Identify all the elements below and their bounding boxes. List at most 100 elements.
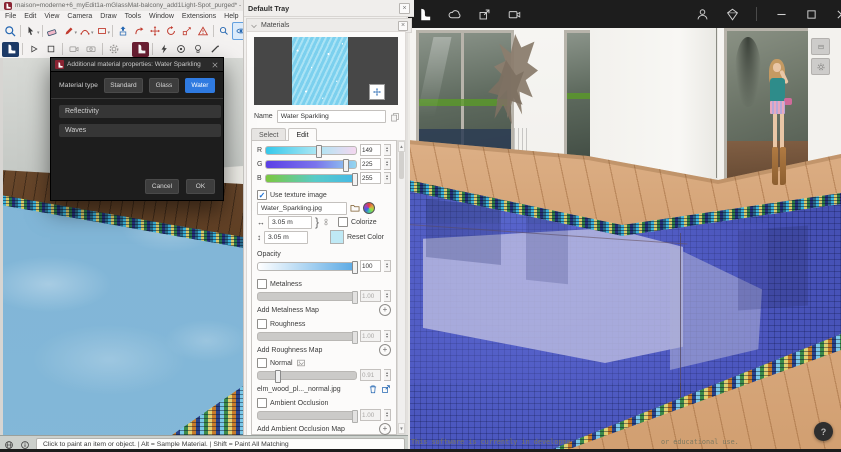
- lightbulb-tool-icon[interactable]: [190, 41, 206, 57]
- sketchup-logo-button-maroon[interactable]: [132, 42, 149, 57]
- render-title-bar[interactable]: [408, 0, 841, 28]
- zoom-window-icon[interactable]: [216, 23, 232, 39]
- material-type-water-button[interactable]: Water: [185, 78, 215, 93]
- add-metalness-map-label: Add Metalness Map: [257, 307, 376, 314]
- minimize-button[interactable]: [773, 6, 789, 22]
- color-wheel-icon[interactable]: [363, 202, 375, 214]
- menu-camera[interactable]: Camera: [67, 13, 92, 20]
- pushpull-tool-icon[interactable]: [115, 23, 131, 39]
- sketchup-logo-button-blue[interactable]: [2, 42, 19, 57]
- roughness-slider: [257, 332, 357, 341]
- materials-close-button[interactable]: ×: [398, 21, 408, 31]
- video-camera-icon[interactable]: [83, 41, 99, 57]
- green-channel-label: G: [257, 161, 262, 168]
- texture-width-input[interactable]: 3.05 m: [268, 216, 312, 229]
- red-spinner[interactable]: ▲▼: [384, 144, 391, 156]
- menu-help[interactable]: Help: [224, 13, 238, 20]
- scale-tool-icon[interactable]: [179, 23, 195, 39]
- edit-normal-map-icon[interactable]: [381, 384, 391, 394]
- stop-animation-icon[interactable]: [43, 41, 59, 57]
- add-ambient-occlusion-map-button[interactable]: +: [379, 423, 391, 435]
- collapse-chevron-icon[interactable]: [250, 22, 258, 30]
- ok-button[interactable]: OK: [186, 179, 215, 194]
- material-type-glass-button[interactable]: Glass: [149, 78, 179, 93]
- share-icon[interactable]: [506, 6, 522, 22]
- render-viewport[interactable]: This software is currently in developme …: [408, 28, 841, 452]
- create-material-button[interactable]: [369, 84, 385, 100]
- menu-window[interactable]: Window: [149, 13, 174, 20]
- roughness-checkbox[interactable]: [257, 319, 267, 329]
- reflectivity-section-header[interactable]: Reflectivity: [59, 105, 221, 118]
- zoom-tool-icon[interactable]: [2, 23, 18, 39]
- menu-edit[interactable]: Edit: [24, 13, 36, 20]
- help-button[interactable]: ?: [814, 422, 833, 441]
- notifications-diamond-icon[interactable]: [724, 6, 740, 22]
- close-button[interactable]: [833, 6, 841, 22]
- overlay-styles-button[interactable]: [811, 58, 830, 75]
- export-icon[interactable]: [476, 6, 492, 22]
- lightning-tool-icon[interactable]: [156, 41, 172, 57]
- normal-checkbox[interactable]: [257, 358, 267, 368]
- toolbar-separator: [102, 43, 103, 55]
- green-spinner[interactable]: ▲▼: [384, 158, 391, 170]
- scrollbar-down-arrow[interactable]: ▼: [398, 423, 405, 434]
- tray-header[interactable]: Default Tray ×: [244, 0, 414, 17]
- waves-section-header[interactable]: Waves: [59, 124, 221, 137]
- browse-texture-icon[interactable]: [350, 203, 360, 213]
- target-tool-icon[interactable]: [173, 41, 189, 57]
- reset-color-swatch[interactable]: [330, 230, 344, 244]
- ambient-occlusion-checkbox[interactable]: [257, 398, 267, 408]
- materials-panel: Name Water Sparkling Select Edit R: [246, 31, 406, 437]
- duplicate-material-icon[interactable]: [390, 112, 400, 122]
- scrollbar-thumb[interactable]: [399, 151, 404, 179]
- menu-tools[interactable]: Tools: [125, 13, 141, 20]
- texture-filename-input[interactable]: Water_Sparkling.jpg: [257, 202, 347, 215]
- maximize-button[interactable]: [803, 6, 819, 22]
- normal-map-thumbnail-icon[interactable]: [296, 358, 306, 368]
- menu-extensions[interactable]: Extensions: [182, 13, 216, 20]
- ambient-occlusion-value: 1.00: [360, 409, 381, 421]
- rotate-tool-icon[interactable]: [163, 23, 179, 39]
- red-value[interactable]: 149: [360, 144, 381, 156]
- tab-edit[interactable]: Edit: [288, 128, 316, 141]
- account-person-icon[interactable]: [694, 6, 710, 22]
- add-metalness-map-button[interactable]: +: [379, 304, 391, 316]
- menu-view[interactable]: View: [44, 13, 59, 20]
- add-roughness-map-button[interactable]: +: [379, 344, 391, 356]
- cloud-open-icon[interactable]: [446, 6, 462, 22]
- opacity-slider[interactable]: [257, 262, 357, 271]
- tray-close-button[interactable]: ×: [399, 3, 410, 14]
- metalness-checkbox[interactable]: [257, 279, 267, 289]
- material-name-input[interactable]: Water Sparkling: [277, 110, 386, 123]
- opacity-spinner[interactable]: ▲▼: [384, 260, 391, 272]
- warning-icon[interactable]: [195, 23, 211, 39]
- pen-tool-icon[interactable]: [207, 41, 223, 57]
- followme-tool-icon[interactable]: [131, 23, 147, 39]
- blue-slider[interactable]: [265, 174, 357, 183]
- dialog-close-icon[interactable]: [211, 61, 219, 69]
- texture-height-input[interactable]: 3.05 m: [264, 231, 308, 244]
- blue-value[interactable]: 255: [360, 172, 381, 184]
- opacity-value[interactable]: 100: [360, 260, 381, 272]
- aspect-chain-icon[interactable]: [322, 218, 330, 226]
- move-tool-icon[interactable]: [147, 23, 163, 39]
- use-texture-checkbox[interactable]: ✓: [257, 190, 267, 200]
- dialog-title-bar[interactable]: Additional material properties: Water Sp…: [51, 58, 223, 72]
- menu-file[interactable]: File: [5, 13, 16, 20]
- edit-panel-scrollbar[interactable]: ▲ ▼: [397, 140, 406, 435]
- material-type-standard-button[interactable]: Standard: [104, 78, 143, 93]
- overlay-views-button[interactable]: [811, 38, 830, 55]
- camera-icon[interactable]: [66, 41, 82, 57]
- settings-gear-icon[interactable]: [106, 41, 122, 57]
- delete-normal-map-icon[interactable]: [368, 384, 378, 394]
- green-value[interactable]: 225: [360, 158, 381, 170]
- cancel-button[interactable]: Cancel: [145, 179, 179, 194]
- eraser-tool-icon[interactable]: [45, 23, 61, 39]
- red-slider[interactable]: [265, 146, 357, 155]
- colorize-checkbox[interactable]: [338, 217, 348, 227]
- green-slider[interactable]: [265, 160, 357, 169]
- play-animation-icon[interactable]: [26, 41, 42, 57]
- blue-spinner[interactable]: ▲▼: [384, 172, 391, 184]
- normal-slider[interactable]: [257, 371, 357, 380]
- menu-draw[interactable]: Draw: [100, 13, 116, 20]
